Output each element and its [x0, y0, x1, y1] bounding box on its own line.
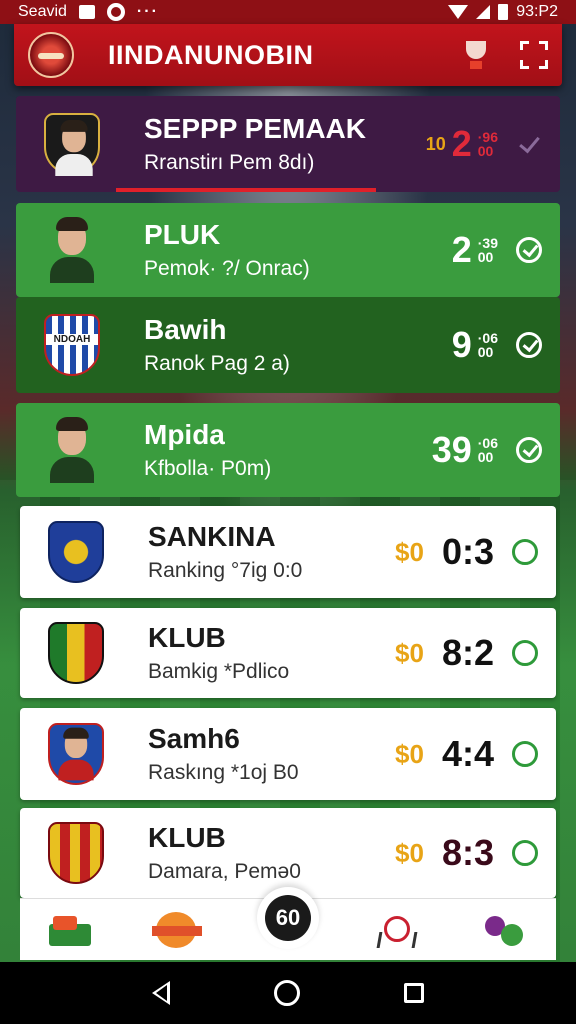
kick-icon[interactable] [374, 908, 424, 952]
home-icon[interactable] [274, 980, 300, 1006]
featured-name: SEPPP PEMAAK [144, 113, 366, 145]
ball-icon[interactable] [152, 908, 203, 952]
featured-progress-bar [116, 188, 376, 192]
player-badge [44, 719, 108, 789]
row-score-bottom: 00 [477, 344, 494, 360]
list-item[interactable]: SANKINA Ranking °7ig 0:0 $0 0:3 [20, 506, 556, 598]
app-header: IINDANUNOBIN [14, 24, 562, 86]
row-score-top: ·39 [477, 235, 498, 251]
row-score: 0:3 [441, 531, 494, 572]
row-name: Mpida [144, 419, 225, 451]
coin-value: $0 [395, 738, 424, 769]
message-icon [78, 5, 95, 19]
row-score: 8:3 [441, 832, 494, 873]
ring-icon[interactable] [512, 840, 538, 866]
system-nav-bar [0, 962, 576, 1024]
center-nav-button[interactable]: 60 [256, 886, 319, 949]
more-notifications-icon: ··· [136, 3, 159, 20]
row-score: 9 [451, 324, 472, 365]
ring-icon[interactable] [512, 539, 538, 565]
ring-icon[interactable] [512, 640, 538, 666]
check-circle-icon[interactable] [516, 332, 542, 358]
player-avatar [40, 215, 104, 285]
list-item[interactable]: Mpida Kfbolla· P0m) 39 ·06 00 [16, 403, 560, 497]
featured-score-bottom: 00 [477, 143, 494, 159]
list-item[interactable]: KLUB Damara, Pemə0 $0 8:3 [20, 808, 556, 898]
featured-row[interactable]: SEPPP PEMAAK Rranstirı Pem 8dı) 10 2 ·96… [16, 96, 560, 192]
app-logo[interactable] [28, 32, 74, 78]
team-icon[interactable] [479, 908, 529, 952]
carrier-label: Seavid [18, 3, 67, 20]
row-name: KLUB [148, 822, 226, 854]
signal-icon [476, 5, 491, 19]
list-item[interactable]: Samh6 Raskıng *1oj B0 $0 4:4 [20, 708, 556, 800]
row-name: PLUK [144, 219, 221, 251]
club-badge [44, 517, 108, 587]
row-score-bottom: 00 [477, 449, 494, 465]
center-nav-label: 60 [264, 894, 311, 941]
clock: 93:P2 [516, 3, 558, 20]
row-subtitle: Raskıng *1oj B0 [148, 760, 299, 784]
trophy-icon[interactable] [462, 39, 490, 71]
row-score: 2 [451, 229, 472, 270]
row-name: SANKINA [148, 521, 276, 553]
recents-icon[interactable] [404, 983, 424, 1003]
ring-icon[interactable] [512, 741, 538, 767]
row-subtitle: Ranok Pag 2 a) [144, 351, 290, 375]
list-item[interactable]: KLUB Bamkig *Pdlico $0 8:2 [20, 608, 556, 698]
coin-value: $0 [395, 536, 424, 567]
check-circle-icon[interactable] [516, 237, 542, 263]
row-subtitle: Kfbolla· P0m) [144, 456, 272, 480]
row-score-top: ·06 [477, 435, 498, 451]
row-score: 39 [431, 429, 472, 470]
row-subtitle: Ranking °7ig 0:0 [148, 558, 303, 582]
back-icon[interactable] [152, 981, 170, 1005]
gift-icon[interactable] [47, 908, 97, 952]
coin-value: $0 [395, 637, 424, 668]
row-subtitle: Damara, Pemə0 [148, 859, 301, 883]
row-score-top: ·06 [477, 330, 498, 346]
page-title: IINDANUNOBIN [108, 39, 314, 70]
row-name: Samh6 [148, 723, 240, 755]
row-subtitle: Pemok· ?/ Onrac) [144, 256, 310, 280]
row-name: Bawih [144, 314, 227, 346]
row-name: KLUB [148, 622, 226, 654]
check-icon[interactable] [516, 131, 542, 157]
bottom-nav: 60 [20, 886, 556, 960]
row-score-bottom: 00 [477, 249, 494, 265]
player-avatar [40, 415, 104, 485]
row-score: 8:2 [441, 632, 494, 673]
featured-subtitle: Rranstirı Pem 8dı) [144, 150, 315, 174]
club-badge [44, 618, 108, 688]
featured-prefix: 10 [425, 133, 446, 154]
club-badge [44, 818, 108, 888]
featured-score-top: ·96 [477, 129, 498, 145]
coin-value: $0 [395, 837, 424, 868]
status-bar: Seavid ··· 93:P2 [0, 0, 576, 24]
battery-icon [498, 4, 509, 20]
club-badge: NDOAH [40, 310, 104, 380]
club-badge-label: NDOAH [46, 334, 98, 345]
row-score: 4:4 [441, 733, 494, 774]
row-subtitle: Bamkig *Pdlico [148, 659, 290, 683]
settings-icon [106, 3, 125, 21]
expand-icon[interactable] [520, 41, 548, 69]
list-item[interactable]: PLUK Pemok· ?/ Onrac) 2 ·39 00 [16, 203, 560, 297]
list-item[interactable]: NDOAH Bawih Ranok Pag 2 a) 9 ·06 00 [16, 297, 560, 393]
player-badge [40, 109, 104, 179]
check-circle-icon[interactable] [516, 437, 542, 463]
wifi-icon [448, 5, 469, 19]
featured-score: 2 [451, 123, 472, 164]
